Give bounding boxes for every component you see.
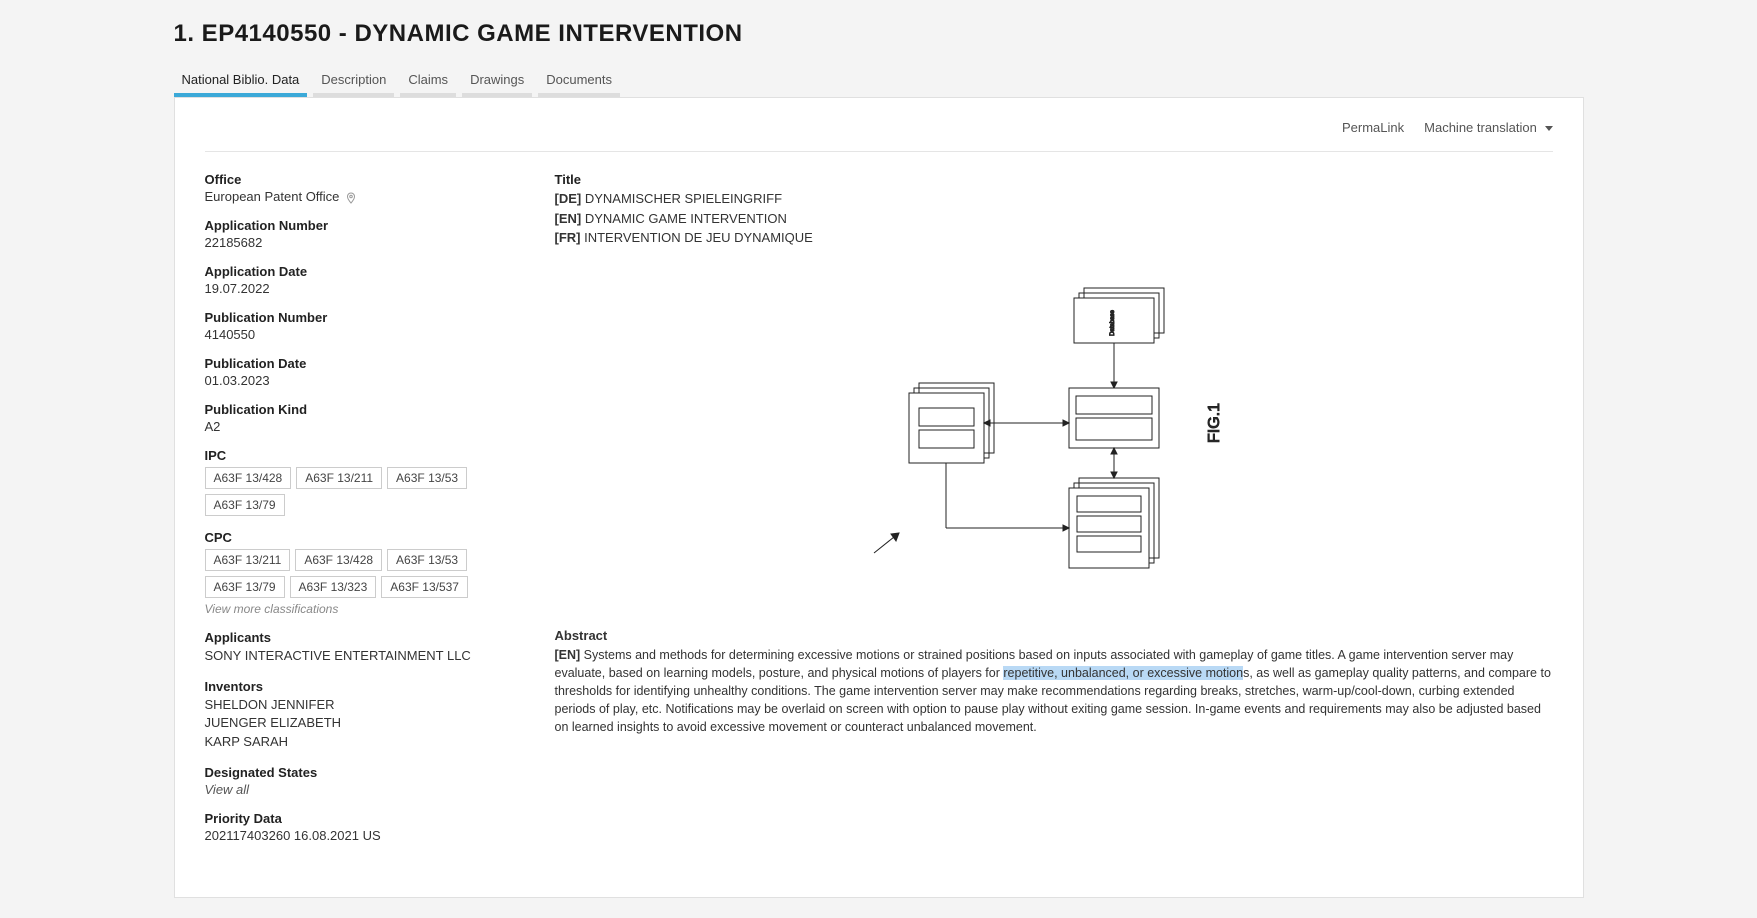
inventor-item: JUENGER ELIZABETH <box>205 714 515 732</box>
title-line: [DE] DYNAMISCHER SPIELEINGRIFF <box>555 189 1553 209</box>
designated-states-label: Designated States <box>205 765 515 780</box>
pub-num-label: Publication Number <box>205 310 515 325</box>
content-panel: PermaLink Machine translation Office Eur… <box>174 97 1584 898</box>
ipc-chip[interactable]: A63F 13/428 <box>205 467 292 489</box>
ipc-chip[interactable]: A63F 13/211 <box>296 467 382 489</box>
abstract-label: Abstract <box>555 628 1553 643</box>
machine-translation-label: Machine translation <box>1424 120 1537 135</box>
cpc-chip[interactable]: A63F 13/53 <box>387 549 467 571</box>
biblio-sidebar: Office European Patent Office Applicatio… <box>205 172 515 857</box>
svg-text:Database: Database <box>1110 309 1116 335</box>
inventors-value: SHELDON JENNIFERJUENGER ELIZABETHKARP SA… <box>205 696 515 751</box>
office-value: European Patent Office <box>205 189 515 204</box>
map-pin-icon <box>345 192 357 204</box>
cpc-chips: A63F 13/211A63F 13/428A63F 13/53 A63F 13/… <box>205 549 515 598</box>
inventors-label: Inventors <box>205 679 515 694</box>
applicant-item: SONY INTERACTIVE ENTERTAINMENT LLC <box>205 647 515 665</box>
title-line: [EN] DYNAMIC GAME INTERVENTION <box>555 209 1553 229</box>
title-line: [FR] INTERVENTION DE JEU DYNAMIQUE <box>555 228 1553 248</box>
tab-drawings[interactable]: Drawings <box>462 66 532 97</box>
cpc-chip[interactable]: A63F 13/79 <box>205 576 285 598</box>
main-content: Title [DE] DYNAMISCHER SPIELEINGRIFF[EN]… <box>555 172 1553 857</box>
pub-kind-label: Publication Kind <box>205 402 515 417</box>
applicants-value: SONY INTERACTIVE ENTERTAINMENT LLC <box>205 647 515 665</box>
view-all-states-link[interactable]: View all <box>205 782 515 797</box>
ipc-chip[interactable]: A63F 13/53 <box>387 467 467 489</box>
app-num-value: 22185682 <box>205 235 515 250</box>
chevron-down-icon <box>1545 126 1553 131</box>
app-date-value: 19.07.2022 <box>205 281 515 296</box>
app-num-label: Application Number <box>205 218 515 233</box>
permalink-link[interactable]: PermaLink <box>1342 120 1404 135</box>
tab-description[interactable]: Description <box>313 66 394 97</box>
machine-translation-dropdown[interactable]: Machine translation <box>1424 120 1552 135</box>
priority-label: Priority Data <box>205 811 515 826</box>
title-label: Title <box>555 172 1553 187</box>
priority-value: 202117403260 16.08.2021 US <box>205 828 515 843</box>
app-date-label: Application Date <box>205 264 515 279</box>
cpc-label: CPC <box>205 530 515 545</box>
applicants-label: Applicants <box>205 630 515 645</box>
abstract-lang: [EN] <box>555 648 581 662</box>
pub-kind-value: A2 <box>205 419 515 434</box>
abstract-text: [EN] Systems and methods for determining… <box>555 646 1553 737</box>
top-actions: PermaLink Machine translation <box>205 120 1553 152</box>
inventor-item: SHELDON JENNIFER <box>205 696 515 714</box>
tabs: National Biblio. DataDescriptionClaimsDr… <box>174 66 1669 97</box>
office-label: Office <box>205 172 515 187</box>
page-title: 1. EP4140550 - DYNAMIC GAME INTERVENTION <box>174 20 1669 48</box>
figure-diagram: Database <box>824 278 1284 608</box>
view-more-classifications-link[interactable]: View more classifications <box>205 602 339 616</box>
ipc-label: IPC <box>205 448 515 463</box>
cpc-chip[interactable]: A63F 13/537 <box>381 576 468 598</box>
figure-caption: FIG.1 <box>1206 402 1223 442</box>
figure-area: Database <box>555 278 1553 608</box>
ipc-chip[interactable]: A63F 13/79 <box>205 494 285 516</box>
tab-documents[interactable]: Documents <box>538 66 620 97</box>
pub-date-label: Publication Date <box>205 356 515 371</box>
cpc-chip[interactable]: A63F 13/211 <box>205 549 291 571</box>
pub-date-value: 01.03.2023 <box>205 373 515 388</box>
tab-claims[interactable]: Claims <box>400 66 456 97</box>
abstract-highlight: repetitive, unbalanced, or excessive mot… <box>1003 666 1243 680</box>
cpc-chip[interactable]: A63F 13/428 <box>295 549 382 571</box>
cpc-chip[interactable]: A63F 13/323 <box>290 576 377 598</box>
inventor-item: KARP SARAH <box>205 733 515 751</box>
pub-num-value: 4140550 <box>205 327 515 342</box>
ipc-chips: A63F 13/428A63F 13/211A63F 13/53 A63F 13/… <box>205 467 515 516</box>
tab-national-biblio-data[interactable]: National Biblio. Data <box>174 66 308 97</box>
